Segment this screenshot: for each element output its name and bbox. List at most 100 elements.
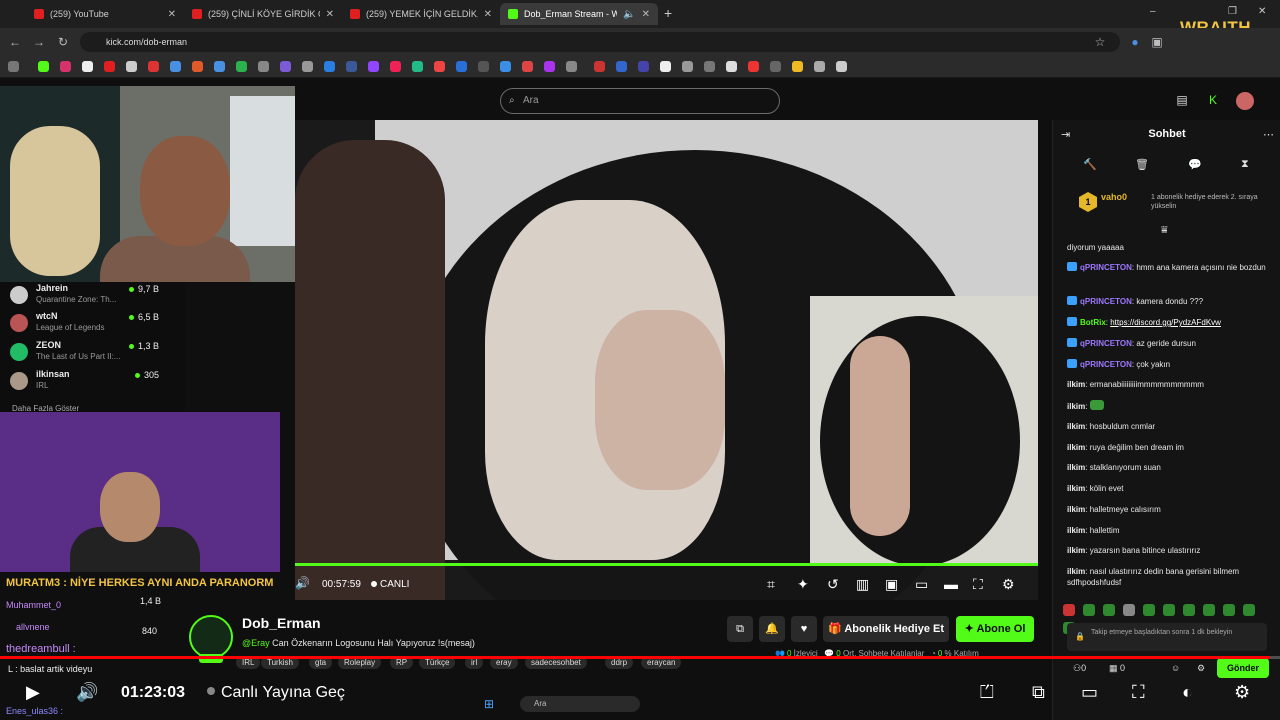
heart-icon[interactable]: ♥ (791, 616, 817, 642)
bookmark-star-icon[interactable]: ☆ (1093, 35, 1107, 49)
back-icon[interactable]: ← (8, 35, 22, 49)
forward-icon[interactable]: → (32, 35, 46, 49)
bookmark-youtube-icon[interactable] (104, 61, 115, 72)
bookmark-icon[interactable] (704, 61, 715, 72)
autoplay-icon[interactable]: ⏍ (980, 682, 994, 703)
hourglass-icon[interactable]: ⧗ (1241, 158, 1249, 171)
bookmark-instagram-icon[interactable] (60, 61, 71, 72)
tv-icon[interactable]: ▤ (1174, 92, 1190, 108)
share-icon[interactable]: ⧉ (727, 616, 753, 642)
stream-video[interactable] (295, 120, 1038, 600)
bookmark-icon[interactable] (258, 61, 269, 72)
bookmark-icon[interactable] (814, 61, 825, 72)
bookmark-icon[interactable] (836, 61, 847, 72)
bookmark-icon[interactable] (682, 61, 693, 72)
gift-subscription-button[interactable]: 🎁 Abonelik Hediye Et (823, 616, 949, 642)
extension-icon[interactable]: ● (1128, 35, 1142, 49)
pip-icon[interactable]: ▣ (885, 576, 898, 593)
bookmark-icon[interactable] (594, 61, 605, 72)
bookmark-kick-icon[interactable] (38, 61, 49, 72)
bookmark-icon[interactable] (616, 61, 627, 72)
bookmark-icon[interactable] (280, 61, 291, 72)
bookmark-icon[interactable] (170, 61, 181, 72)
clip-icon[interactable]: ⌗ (767, 576, 775, 593)
rewind-icon[interactable]: ↺ (827, 576, 839, 593)
youtube-progress-bar[interactable] (0, 656, 1280, 659)
bookmark-icon[interactable] (500, 61, 511, 72)
stream-progress-bar[interactable] (295, 563, 1038, 566)
browser-tab[interactable]: (259) ÇİNLİ KÖYE GİRDİK GİRMİ✕ (184, 3, 342, 25)
bookmark-icon[interactable] (544, 61, 555, 72)
bookmark-icon[interactable] (214, 61, 225, 72)
more-options-icon[interactable]: ⋯ (1263, 128, 1274, 141)
new-tab-icon[interactable]: + (664, 5, 672, 21)
minimize-icon[interactable]: – (1150, 6, 1156, 17)
bookmark-facebook-icon[interactable] (346, 61, 357, 72)
fullscreen-icon[interactable]: ⛶ (973, 576, 983, 593)
pinned-user[interactable]: vaho0 (1101, 192, 1127, 202)
bookmark-icon[interactable] (566, 61, 577, 72)
maximize-icon[interactable]: ❐ (1228, 6, 1237, 17)
theater-icon[interactable]: ▭ (1081, 682, 1098, 703)
streamer-row[interactable]: wtcN League of Legends 6,5 B (0, 310, 185, 336)
bookmark-icon[interactable] (478, 61, 489, 72)
discord-link[interactable]: https://discord.gg/PydzAFdKvw (1110, 318, 1221, 327)
trash-icon[interactable]: 🗑 (1135, 158, 1149, 171)
chat-input[interactable]: 🔒 Takip etmeye başladıktan sonra 1 dk bek… (1067, 623, 1267, 651)
volume-icon[interactable]: 🔊 (76, 682, 98, 703)
bookmark-icon[interactable] (324, 61, 335, 72)
browser-tab[interactable]: (259) YEMEK İÇİN GELDİK, EVE✕ (342, 3, 500, 25)
sparkle-icon[interactable]: ✦ (797, 576, 809, 593)
emote-bar[interactable] (1063, 603, 1275, 634)
settings-gear-icon[interactable]: ⚙ (1234, 682, 1250, 703)
bookmark-twitch-icon[interactable] (368, 61, 379, 72)
subscribe-button[interactable]: ✦ Abone Ol (956, 616, 1034, 642)
streamer-row[interactable]: ZEON The Last of Us Part II:... 1,3 B (0, 339, 185, 365)
streamer-row[interactable]: ilkinsan IRL 305 (0, 368, 185, 394)
stats-icon[interactable]: ▥ (856, 576, 869, 593)
close-icon[interactable]: ✕ (326, 9, 334, 20)
bell-icon[interactable]: 🔔 (759, 616, 785, 642)
extensions-puzzle-icon[interactable]: ▣ (1150, 35, 1164, 49)
bookmark-icon[interactable] (522, 61, 533, 72)
speaker-icon[interactable]: 🔈 (623, 9, 635, 20)
apps-grid-icon[interactable] (8, 61, 19, 72)
bookmark-google-icon[interactable] (126, 61, 137, 72)
fullscreen-icon[interactable]: ⛶ (1132, 682, 1145, 703)
bookmark-icon[interactable] (456, 61, 467, 72)
streamer-row[interactable]: Jahrein Quarantine Zone: Th... 9,7 B (0, 282, 185, 308)
go-live-button[interactable]: Canlı Yayına Geç (207, 684, 345, 702)
url-field[interactable]: kick.com/dob-erman (80, 32, 1120, 52)
kick-logo-icon[interactable]: K (1205, 92, 1221, 108)
volume-icon[interactable]: 🔊 (295, 576, 310, 590)
window-close-icon[interactable]: ✕ (1258, 6, 1266, 17)
bookmark-icon[interactable] (748, 61, 759, 72)
bookmark-icon[interactable] (638, 61, 649, 72)
search-input[interactable]: ⌕ Ara (500, 88, 780, 114)
close-icon[interactable]: ✕ (642, 9, 650, 20)
hammer-icon[interactable]: 🔨 (1083, 158, 1097, 171)
ambient-icon[interactable]: ◐ (1182, 682, 1193, 703)
bookmark-icon[interactable] (302, 61, 313, 72)
bookmark-icon[interactable] (660, 61, 671, 72)
windows-icon[interactable]: ⊞ (484, 697, 494, 711)
reload-icon[interactable]: ↻ (56, 35, 70, 49)
bookmark-icon[interactable] (434, 61, 445, 72)
chat-bubble-icon[interactable]: 💬 (1188, 158, 1202, 171)
bookmark-icon[interactable] (192, 61, 203, 72)
streamer-avatar[interactable] (189, 615, 233, 663)
streamer-name[interactable]: Dob_Erman (242, 615, 321, 631)
miniplayer-icon[interactable]: ⧉ (1032, 682, 1045, 703)
bookmark-x-icon[interactable] (82, 61, 93, 72)
taskbar-search[interactable]: Ara (520, 696, 640, 712)
user-avatar[interactable] (1236, 92, 1254, 110)
browser-tab[interactable]: (259) YouTube ✕ (26, 3, 184, 25)
widescreen-icon[interactable]: ▬ (944, 576, 958, 592)
close-icon[interactable]: ✕ (168, 9, 176, 20)
bookmark-gmail-icon[interactable] (148, 61, 159, 72)
close-icon[interactable]: ✕ (484, 9, 492, 20)
browser-tab-active[interactable]: Dob_Erman Stream - Watch🔈✕ (500, 3, 658, 25)
bookmark-icon[interactable] (726, 61, 737, 72)
bookmark-icon[interactable] (792, 61, 803, 72)
bookmark-icon[interactable] (390, 61, 401, 72)
